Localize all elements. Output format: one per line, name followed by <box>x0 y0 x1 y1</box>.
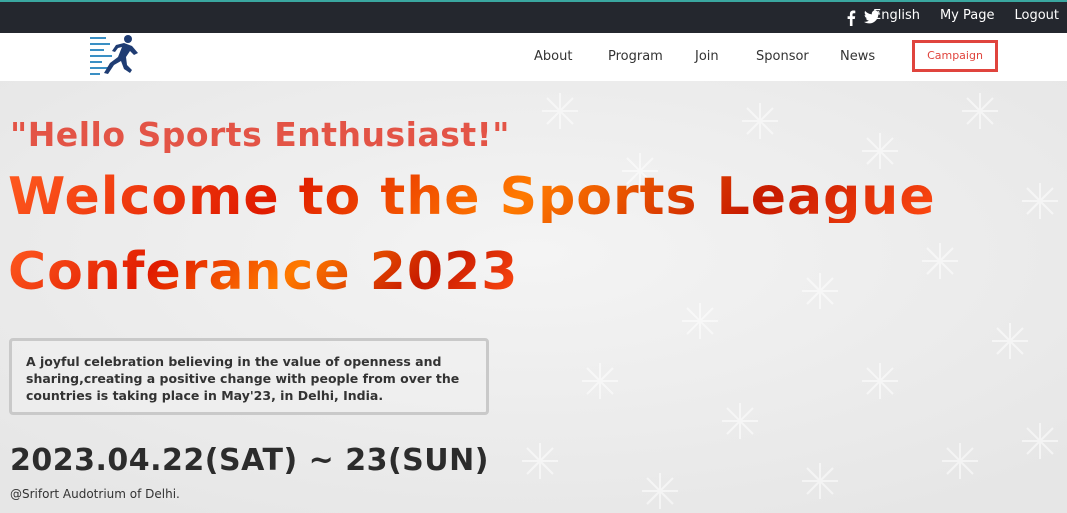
top-utility-bar: English My Page Logout <box>0 0 1067 33</box>
runner-logo[interactable] <box>90 33 140 81</box>
campaign-button[interactable]: Campaign <box>912 40 998 72</box>
nav-sponsor[interactable]: Sponsor <box>756 49 809 64</box>
event-venue: @Srifort Audotrium of Delhi. <box>10 487 180 501</box>
main-navbar: About Program Join Sponsor News Campaign <box>0 33 1067 81</box>
greeting-heading: "Hello Sports Enthusiast!" <box>10 115 510 154</box>
title-line-2: Conferance 2023 <box>8 242 519 302</box>
language-english-link[interactable]: English <box>873 8 920 23</box>
facebook-icon[interactable] <box>846 10 860 26</box>
nav-about[interactable]: About <box>534 49 572 64</box>
nav-join[interactable]: Join <box>695 49 719 64</box>
event-description-box: A joyful celebration believing in the va… <box>9 338 489 415</box>
my-page-link[interactable]: My Page <box>940 8 995 23</box>
logout-link[interactable]: Logout <box>1014 8 1059 23</box>
hero-section: "Hello Sports Enthusiast!" Welcome to th… <box>0 81 1067 513</box>
event-date: 2023.04.22(SAT) ~ 23(SUN) <box>10 443 489 478</box>
nav-program[interactable]: Program <box>608 49 663 64</box>
nav-news[interactable]: News <box>840 49 875 64</box>
title-line-1: Welcome to the Sports League <box>8 167 936 227</box>
